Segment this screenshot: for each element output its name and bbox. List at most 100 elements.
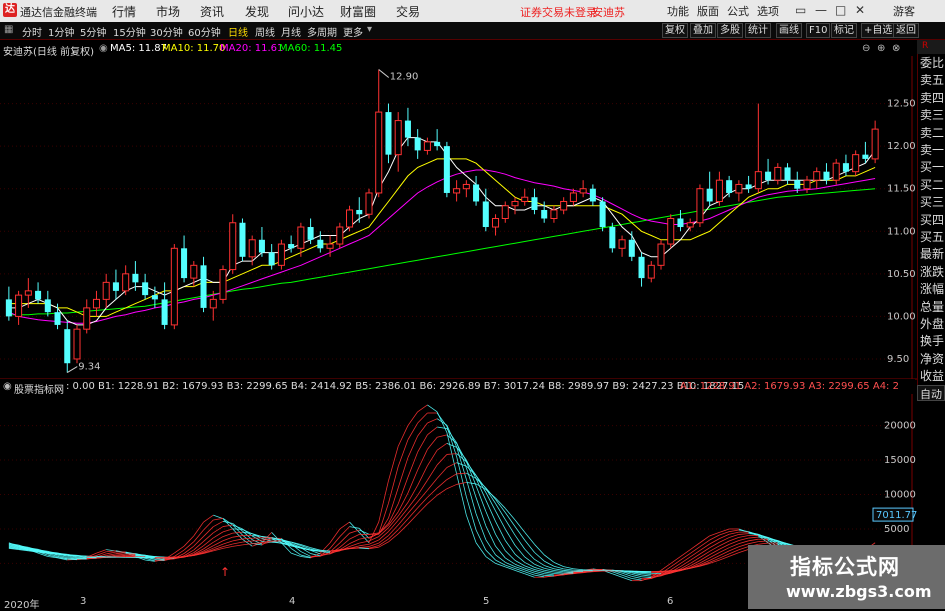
candlesticks[interactable] [6,70,878,373]
tab-60min[interactable]: 60分钟 [188,24,221,39]
btn-restore-rights[interactable]: 复权 [662,23,688,38]
indicator-segment [496,521,506,540]
candle-body-up [804,180,810,189]
indicator-segment [223,533,233,536]
candle-body-up [619,240,625,249]
indicator-segment [739,541,749,544]
candle-body-down [45,299,51,312]
login-warning[interactable]: 证券交易未登录 [520,4,597,20]
kline-chart[interactable]: 12.5012.0011.5011.0010.5010.009.50 12.90… [0,56,917,596]
candle-body-up [347,210,353,227]
toolbar-options[interactable]: 选项 [757,3,779,19]
auto-button[interactable]: 自动 [917,385,945,401]
tab-30min[interactable]: 30分钟 [150,24,183,39]
ma5-value: MA5: 11.87 [110,43,167,54]
btn-f10[interactable]: F10 [806,23,830,38]
tab-more[interactable]: 更多 [343,24,363,39]
menu-trade[interactable]: 交易 [396,3,420,20]
indicator-segment [690,554,700,560]
candle-body-down [142,282,148,295]
indicator-segment [233,536,243,538]
grid-icon[interactable]: ▦ [4,24,13,35]
indicator-segment [573,569,583,570]
indicator-segment [476,543,486,557]
candle-body-up [25,291,31,295]
zoom-in-icon[interactable]: ⊕ [877,43,885,54]
menu-wealth-circle[interactable]: 财富圈 [340,3,376,20]
ind-tick-label: 5000 [884,524,909,535]
tab-weekly[interactable]: 周线 [255,24,275,39]
indicator-name[interactable]: 股票指标网 [14,381,64,396]
btn-statistics[interactable]: 统计 [745,23,771,38]
indicator-segment [213,521,223,526]
candle-body-up [814,172,820,181]
toolbar-function[interactable]: 功能 [667,3,689,19]
btn-multi-stock[interactable]: 多股 [717,23,743,38]
btn-add-watchlist[interactable]: +自选 [861,23,895,38]
btn-draw-line[interactable]: 画线 [776,23,802,38]
indicator-segment [427,437,437,449]
toolbar-layout[interactable]: 版面 [697,3,719,19]
tab-15min[interactable]: 15分钟 [113,24,146,39]
indicator-segment [680,553,690,560]
indicator-segment [96,556,106,557]
indicator-segment [729,532,739,534]
btn-back[interactable]: 返回 [893,23,919,38]
ma20-path [9,170,875,323]
candle-body-down [444,146,450,193]
close-icon[interactable]: ✕ [855,3,865,17]
candle-body-up [103,282,109,299]
indicator-segment [632,578,642,580]
date-label-6: 6 [667,596,673,607]
watermark-title: 指标公式网 [790,551,900,581]
candle-body-up [123,274,129,291]
indicator-segment [408,508,418,519]
menu-discover[interactable]: 发现 [245,3,269,20]
btn-mark[interactable]: 标记 [831,23,857,38]
indicator-segment [213,515,223,518]
indicator-gear-icon[interactable]: ◉ [3,381,12,392]
toolbar-formula[interactable]: 公式 [727,3,749,19]
indicator-segment [486,540,496,555]
candle-body-up [853,155,859,172]
chevron-down-icon[interactable]: ▾ [367,24,372,35]
close-chart-icon[interactable]: ⊗ [892,43,900,54]
tab-1min[interactable]: 1分钟 [48,24,74,39]
minimize-to-tray-icon[interactable]: ▭ [795,3,806,17]
minimize-icon[interactable]: — [815,3,827,17]
menu-wenxiaoda[interactable]: 问小达 [288,3,324,20]
zoom-out-icon[interactable]: ⊖ [862,43,870,54]
indicator-segment [194,536,204,546]
indicator-segment [408,485,418,502]
menu-news[interactable]: 资讯 [200,3,224,20]
indicator-segment [515,526,525,540]
btn-overlay[interactable]: 叠加 [690,23,716,38]
candle-body-up [171,248,177,325]
indicator-segment [544,555,554,562]
price-tick-label: 11.00 [887,226,916,237]
menu-market[interactable]: 市场 [156,3,180,20]
indicator-segment [359,544,369,546]
tab-multi-period[interactable]: 多周期 [307,24,337,39]
tab-monthly[interactable]: 月线 [281,24,301,39]
tab-daily[interactable]: 日线 [228,24,248,39]
indicator-marker-value: 7011.77 [876,510,917,521]
candle-body-up [366,193,372,214]
maximize-icon[interactable]: □ [835,3,846,17]
ma5-path [9,138,875,325]
indicator-segment [437,435,447,437]
tab-timeshare[interactable]: 分时 [22,24,42,39]
guest-label[interactable]: 游客 [893,3,915,19]
indicator-segment [340,539,350,547]
indicator-segment [749,537,759,538]
tab-5min[interactable]: 5分钟 [80,24,106,39]
settings-dot-icon[interactable]: ◉ [99,43,108,54]
candle-body-down [415,138,421,151]
indicator-segment [680,550,690,557]
indicator-segment [749,542,759,544]
indicator-segment [447,454,457,455]
indicator-segment [223,546,233,548]
menu-market-quotes[interactable]: 行情 [112,3,136,20]
title-bar: 达 通达信金融终端 行情 市场 资讯 发现 问小达 财富圈 交易 证券交易未登录… [0,0,945,23]
indicator-segment [223,544,233,547]
